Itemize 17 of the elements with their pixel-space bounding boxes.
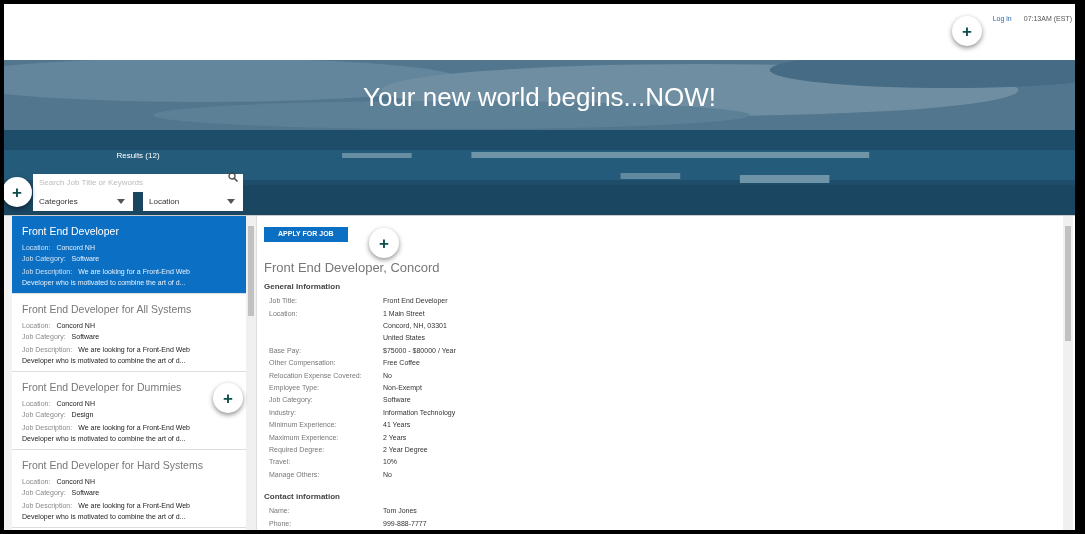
job-title: Front End Developer, Concord [264,258,440,277]
filter-dropdown[interactable]: Categories [33,192,133,211]
listing-title: Front End Developer for Dummies [22,380,183,395]
filter-dropdown[interactable]: Location [143,192,243,211]
hotspot-button[interactable]: + [952,16,982,46]
caret-icon [227,199,235,204]
listing-title: Front End Developer for Hard Systems [22,458,204,473]
search-icon [228,172,238,182]
section-heading: Contact information [264,491,341,504]
results-count: Results (12) [115,150,161,162]
caret-icon [117,199,125,204]
section-heading: General Information [264,281,341,294]
hero-title: Your new world begins...NOW! [361,84,718,110]
listing-title: Front End Developer for All Systems [22,302,193,317]
hotspot-button[interactable]: + [369,228,399,258]
scrollbar[interactable] [1063,216,1073,530]
listing-title: Front End Developer [22,224,120,239]
